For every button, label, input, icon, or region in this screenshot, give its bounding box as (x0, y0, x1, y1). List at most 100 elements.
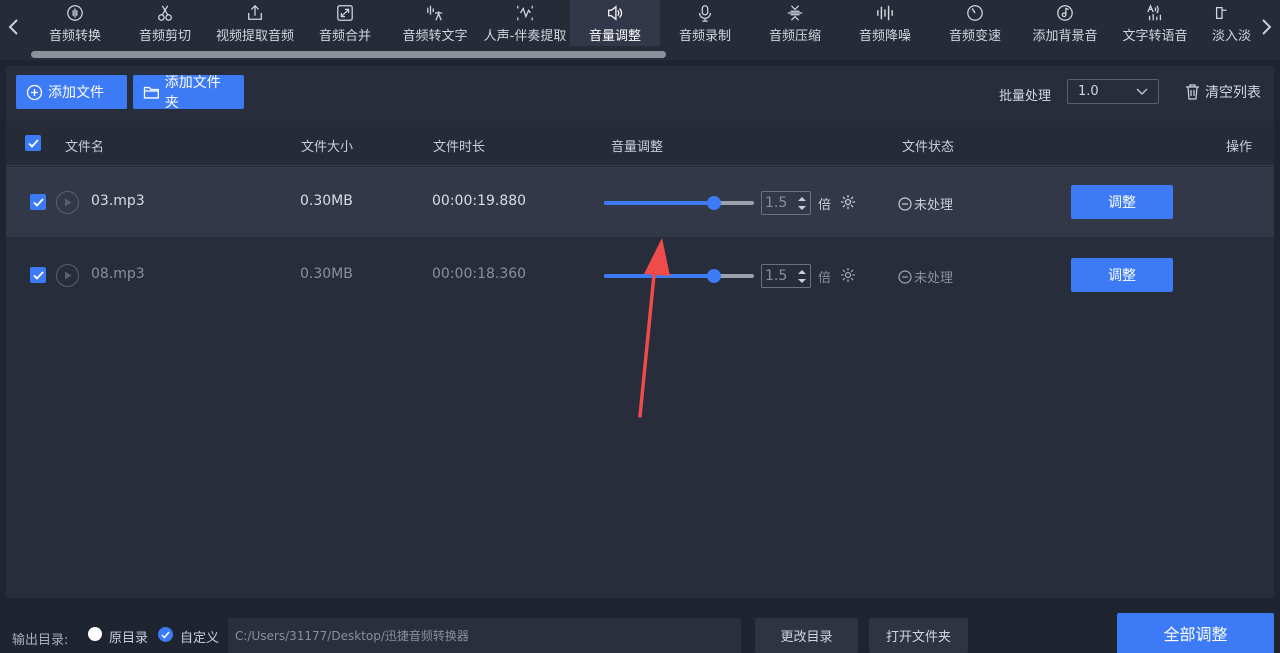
file-status: 未处理 (898, 194, 953, 213)
music-disc-icon (1055, 3, 1075, 23)
adjust-button[interactable]: 调整 (1071, 258, 1173, 292)
tool-audio-record[interactable]: 音频录制 (660, 0, 750, 46)
file-duration: 00:00:18.360 (432, 266, 527, 282)
header-action: 操作 (1226, 140, 1253, 155)
volume-multiplier-input[interactable]: 1.5 (761, 264, 811, 288)
spin-up-icon[interactable] (798, 269, 806, 275)
speedometer-icon (965, 3, 985, 23)
table-header: 文件名 文件大小 文件时长 音量调整 文件状态 操作 (6, 122, 1274, 166)
spin-down-icon[interactable] (798, 278, 806, 284)
folder-icon (143, 86, 159, 99)
tool-audio-compress[interactable]: 音频压缩 (750, 0, 840, 46)
adjust-all-button[interactable]: 全部调整 (1117, 613, 1274, 653)
row-checkbox[interactable] (30, 267, 46, 283)
vocal-split-icon (515, 3, 535, 23)
add-file-button[interactable]: 添加文件 (16, 75, 127, 109)
radio-custom-label: 自定义 (180, 631, 220, 646)
top-toolbar: 音频转换 音频剪切 视频提取音频 音频合并 音频转文字 人声-伴奏提取 音量调整 (0, 0, 1280, 60)
speaker-icon (605, 3, 625, 23)
adjust-button[interactable]: 调整 (1071, 185, 1173, 219)
multiplier-unit: 倍 (818, 271, 832, 286)
tool-audio-convert[interactable]: 音频转换 (30, 0, 120, 46)
merge-icon (335, 3, 355, 23)
radio-original-label: 原目录 (109, 631, 149, 646)
output-dir-label: 输出目录: (12, 633, 69, 648)
tool-text-to-speech[interactable]: 文字转语音 (1110, 0, 1200, 46)
tool-label: 视频提取音频 (215, 29, 294, 44)
minus-circle-icon (898, 196, 912, 211)
tool-label: 文字转语音 (1122, 29, 1188, 44)
radio-custom-dir[interactable] (158, 627, 173, 642)
add-file-label: 添加文件 (48, 85, 104, 101)
tool-label: 人声-伴奏提取 (483, 29, 567, 44)
header-volume: 音量调整 (611, 140, 664, 155)
tool-noise-reduce[interactable]: 音频降噪 (840, 0, 930, 46)
tool-extract-audio[interactable]: 视频提取音频 (210, 0, 300, 46)
batch-value-select[interactable]: 1.0 (1067, 79, 1159, 104)
batch-value: 1.0 (1078, 84, 1099, 99)
trash-icon (1186, 84, 1199, 100)
add-folder-button[interactable]: 添加文件夹 (133, 75, 244, 111)
tool-add-background[interactable]: 添加背景音 (1020, 0, 1110, 46)
volume-multiplier-input[interactable]: 1.5 (761, 191, 811, 215)
waveform-circle-icon (65, 3, 85, 23)
header-duration: 文件时长 (433, 140, 486, 155)
clear-list-button[interactable]: 清空列表 (1185, 82, 1261, 102)
play-icon (64, 198, 71, 207)
volume-slider[interactable] (604, 196, 754, 210)
tool-label: 音频压缩 (768, 29, 821, 44)
change-dir-button[interactable]: 更改目录 (755, 618, 858, 653)
volume-multiplier-value: 1.5 (765, 195, 788, 211)
open-folder-button[interactable]: 打开文件夹 (869, 618, 968, 653)
multiplier-unit: 倍 (818, 198, 832, 213)
tool-label: 音频转换 (48, 29, 101, 44)
tool-fade[interactable]: 淡入淡 (1200, 0, 1256, 46)
play-button[interactable] (56, 264, 79, 287)
volume-slider-fill (604, 201, 714, 205)
tool-label: 音频合并 (318, 29, 371, 44)
gear-icon[interactable] (840, 267, 856, 283)
tool-audio-to-text[interactable]: 音频转文字 (390, 0, 480, 46)
tool-label: 淡入淡 (1212, 29, 1252, 44)
check-icon (27, 138, 39, 148)
tool-label: 音频录制 (678, 29, 731, 44)
tool-list: 音频转换 音频剪切 视频提取音频 音频合并 音频转文字 人声-伴奏提取 音量调整 (30, 0, 1256, 46)
header-file-name: 文件名 (65, 140, 105, 155)
gear-icon[interactable] (840, 194, 856, 210)
file-size: 0.30MB (300, 193, 353, 209)
check-icon (32, 270, 44, 280)
volume-slider-thumb[interactable] (707, 269, 721, 283)
header-status: 文件状态 (902, 140, 955, 155)
tool-audio-cut[interactable]: 音频剪切 (120, 0, 210, 46)
tool-vocal-extract[interactable]: 人声-伴奏提取 (480, 0, 570, 46)
compress-icon (785, 3, 805, 23)
spin-up-icon[interactable] (798, 196, 806, 202)
play-button[interactable] (56, 191, 79, 214)
output-path-field[interactable] (228, 618, 741, 653)
tool-volume-adjust[interactable]: 音量调整 (570, 0, 660, 46)
speech-to-text-icon (425, 3, 445, 23)
tool-label: 添加背景音 (1032, 29, 1098, 44)
volume-slider-thumb[interactable] (707, 196, 721, 210)
scroll-left-arrow-icon[interactable] (2, 12, 26, 42)
fade-icon (1212, 3, 1232, 23)
tool-audio-speed[interactable]: 音频变速 (930, 0, 1020, 46)
microphone-icon (695, 3, 715, 23)
check-icon (32, 197, 44, 207)
play-icon (64, 271, 71, 280)
radio-original-dir[interactable] (88, 627, 102, 641)
check-icon (161, 631, 170, 639)
toolbar-scrollbar[interactable] (31, 51, 666, 58)
spin-down-icon[interactable] (798, 205, 806, 211)
header-file-size: 文件大小 (301, 140, 354, 155)
file-duration: 00:00:19.880 (432, 193, 527, 209)
tool-label: 音频剪切 (138, 29, 191, 44)
file-name: 08.mp3 (91, 266, 145, 282)
tool-label: 音量调整 (588, 29, 641, 44)
tool-audio-merge[interactable]: 音频合并 (300, 0, 390, 46)
plus-circle-icon (26, 84, 43, 100)
row-checkbox[interactable] (30, 194, 46, 210)
file-status: 未处理 (898, 267, 953, 286)
scroll-right-arrow-icon[interactable] (1254, 12, 1278, 42)
select-all-checkbox[interactable] (25, 135, 41, 151)
